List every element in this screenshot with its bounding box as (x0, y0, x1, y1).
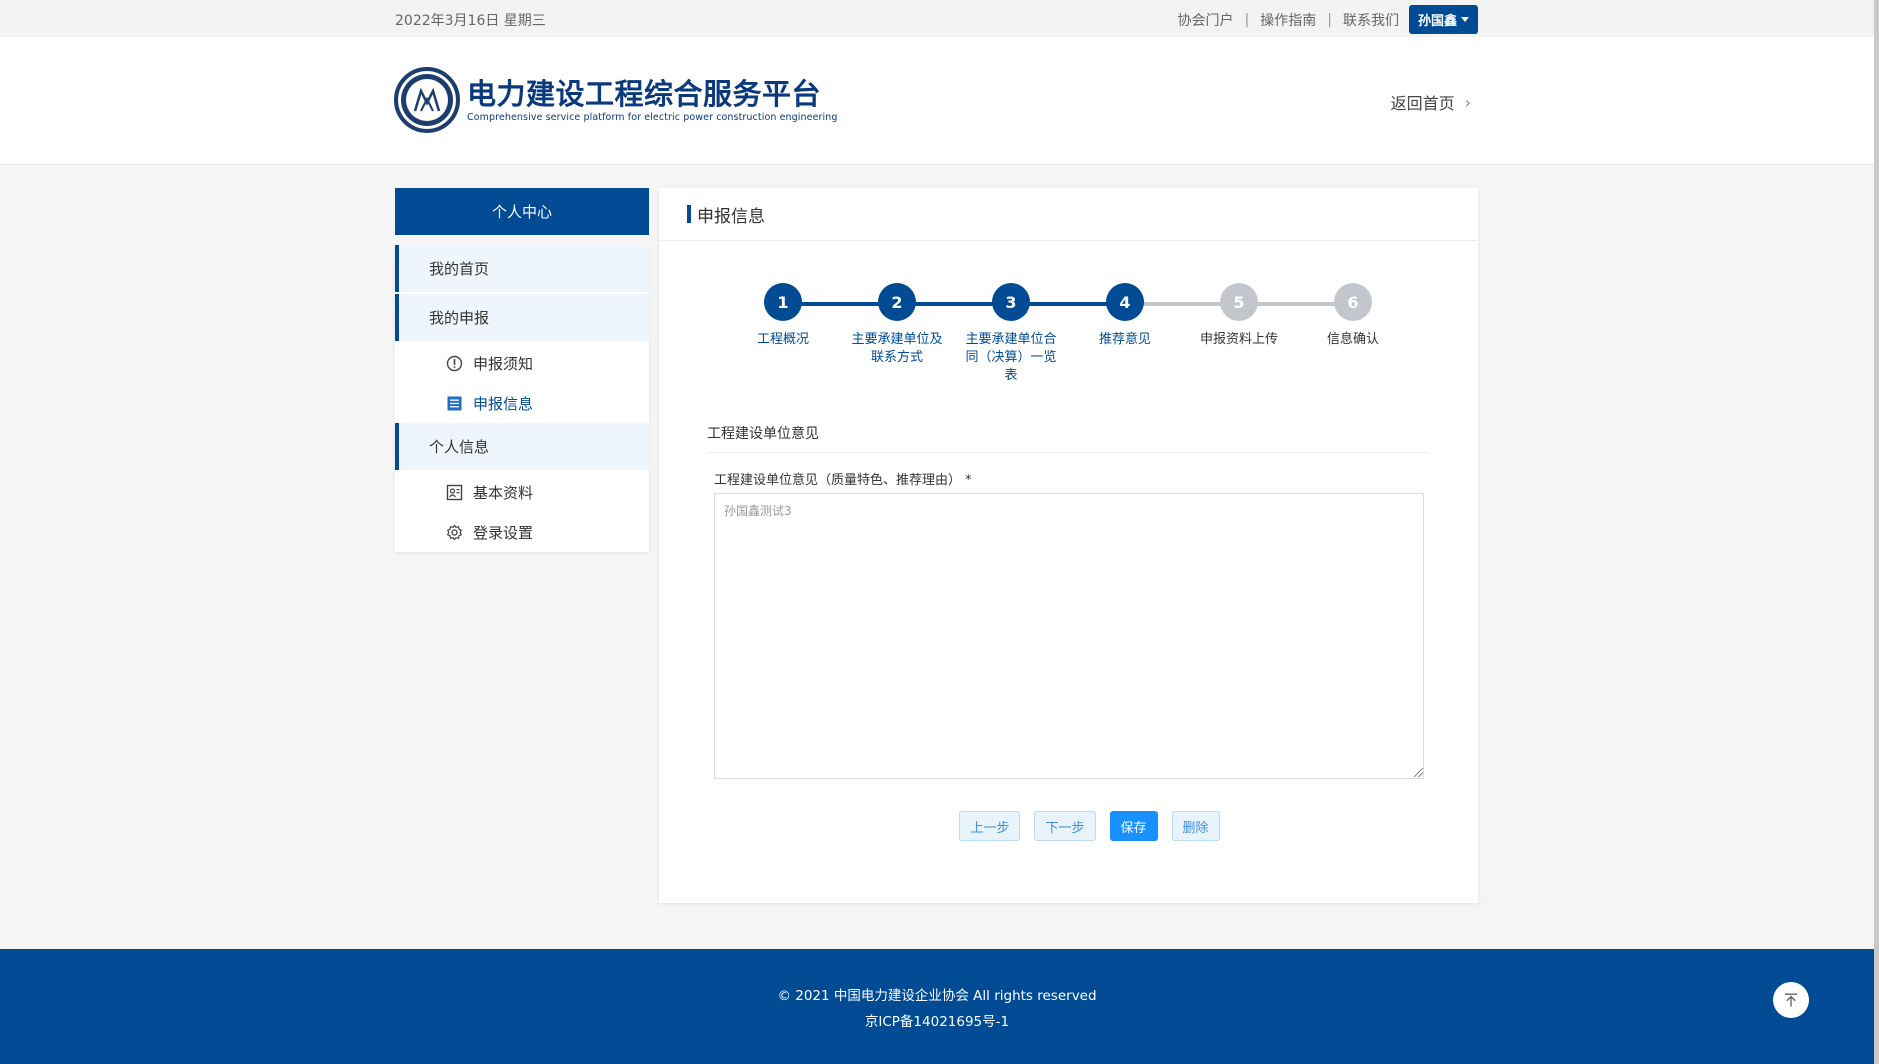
step-label: 推荐意见 (1098, 332, 1151, 347)
site-footer: © 2021 中国电力建设企业协会 All rights reserved 京I… (0, 949, 1874, 1064)
resize-handle-icon[interactable] (1414, 768, 1423, 777)
step-number: 3 (992, 283, 1030, 321)
arrow-up-icon (1785, 993, 1797, 1007)
sidebar-item-declaration-info[interactable]: 申报信息 (395, 383, 649, 423)
current-date: 2022年3月16日 星期三 (395, 13, 546, 29)
step-number: 4 (1106, 283, 1144, 321)
required-mark: * (965, 473, 972, 488)
step-4[interactable]: 4 推荐意见 (1075, 283, 1175, 349)
prev-step-button[interactable]: 上一步 (959, 811, 1021, 841)
sidebar-item-label: 申报信息 (473, 394, 534, 413)
top-links: 协会门户 | 操作指南 | 联系我们 孙国鑫 (1178, 5, 1478, 34)
association-seal-icon (394, 67, 460, 133)
page-scrollbar[interactable] (1874, 0, 1879, 1064)
site-header: 电力建设工程综合服务平台 Comprehensive service platf… (0, 37, 1879, 165)
step-label: 主要承建单位及联系方式 (851, 332, 943, 365)
declaration-panel: 申报信息 1 工程概况 2 主要承建单位及联系方式 3 主要承建单位合同（决算）… (659, 188, 1478, 903)
sidebar-item-label: 申报须知 (473, 354, 534, 373)
form-actions: 上一步 下一步 保存 删除 (659, 811, 1478, 841)
caret-down-icon (1461, 17, 1469, 22)
step-label: 信息确认 (1326, 332, 1379, 347)
step-number: 5 (1220, 283, 1258, 321)
divider: | (1244, 11, 1250, 28)
sidebar-item-my-declaration[interactable]: 我的申报 (395, 294, 649, 341)
step-6[interactable]: 6 信息确认 (1303, 283, 1403, 349)
next-step-button[interactable]: 下一步 (1034, 811, 1096, 841)
site-logo[interactable]: 电力建设工程综合服务平台 Comprehensive service platf… (394, 67, 838, 133)
section-title: 工程建设单位意见 (707, 423, 1429, 453)
sidebar-item-my-home[interactable]: 我的首页 (395, 245, 649, 292)
logo-title: 电力建设工程综合服务平台 (467, 77, 822, 111)
link-operation-guide[interactable]: 操作指南 (1260, 10, 1316, 30)
step-2[interactable]: 2 主要承建单位及联系方式 (847, 283, 947, 367)
step-1[interactable]: 1 工程概况 (733, 283, 833, 349)
chevron-right-icon: › (1464, 92, 1471, 112)
sidebar-item-personal-info[interactable]: 个人信息 (395, 423, 649, 470)
step-5[interactable]: 5 申报资料上传 (1189, 283, 1289, 349)
opinion-field-label: 工程建设单位意见（质量特色、推荐理由） * (714, 469, 972, 488)
info-circle-icon (446, 355, 463, 372)
user-menu-button[interactable]: 孙国鑫 (1408, 5, 1478, 34)
sidebar: 个人中心 我的首页 我的申报 申报须知 申报信息 个人信息 基本资料 登录设置 (395, 188, 649, 552)
sidebar-item-login-settings[interactable]: 登录设置 (395, 512, 649, 552)
step-number: 6 (1334, 283, 1372, 321)
logo-subtitle: Comprehensive service platform for elect… (467, 112, 838, 123)
step-3[interactable]: 3 主要承建单位合同（决算）一览表 (961, 283, 1061, 385)
divider: | (1327, 11, 1332, 28)
sidebar-title: 个人中心 (395, 188, 649, 235)
list-icon (446, 395, 463, 412)
user-name: 孙国鑫 (1417, 14, 1457, 29)
footer-icp[interactable]: 京ICP备14021695号-1 (0, 1010, 1874, 1030)
panel-header: 申报信息 (659, 188, 1478, 241)
step-line-completed (783, 302, 1125, 306)
gear-icon (446, 524, 463, 541)
sidebar-menu: 我的首页 我的申报 申报须知 申报信息 个人信息 基本资料 登录设置 (395, 245, 649, 552)
sidebar-item-declaration-notice[interactable]: 申报须知 (395, 343, 649, 383)
footer-copyright: © 2021 中国电力建设企业协会 All rights reserved (777, 988, 1097, 1004)
step-label: 主要承建单位合同（决算）一览表 (965, 332, 1057, 383)
link-association-portal[interactable]: 协会门户 (1178, 10, 1234, 30)
step-label: 申报资料上传 (1199, 332, 1278, 347)
step-label: 工程概况 (756, 332, 809, 347)
sidebar-item-basic-profile[interactable]: 基本资料 (395, 472, 649, 512)
field-label-text: 工程建设单位意见（质量特色、推荐理由） (714, 473, 962, 488)
link-contact-us[interactable]: 联系我们 (1343, 10, 1399, 30)
step-number: 2 (878, 283, 916, 321)
back-home-link[interactable]: 返回首页 › (1391, 90, 1471, 114)
sidebar-item-label: 登录设置 (473, 523, 534, 542)
save-button[interactable]: 保存 (1109, 811, 1158, 841)
back-home-label: 返回首页 (1390, 94, 1455, 113)
back-to-top-button[interactable] (1773, 982, 1809, 1018)
top-bar: 2022年3月16日 星期三 协会门户 | 操作指南 | 联系我们 孙国鑫 (0, 0, 1879, 37)
delete-button[interactable]: 删除 (1171, 811, 1220, 841)
progress-steps: 1 工程概况 2 主要承建单位及联系方式 3 主要承建单位合同（决算）一览表 4… (659, 283, 1478, 393)
sidebar-item-label: 基本资料 (473, 483, 534, 502)
id-card-icon (446, 484, 463, 501)
opinion-textarea[interactable]: 孙国鑫测试3 (714, 493, 1424, 779)
page-title: 申报信息 (697, 206, 765, 227)
step-number: 1 (764, 283, 802, 321)
